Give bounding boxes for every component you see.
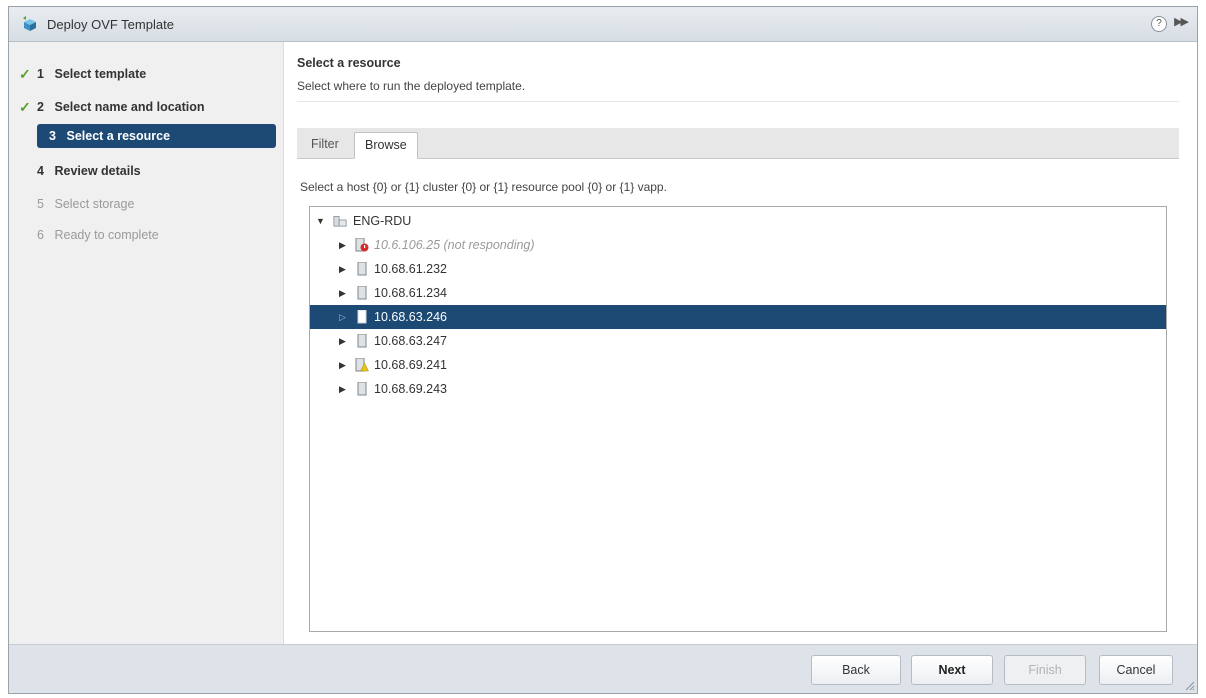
- tab-filter[interactable]: Filter: [301, 132, 349, 157]
- expand-arrow-icon[interactable]: ▶: [339, 257, 346, 281]
- selection-hint: Select a host {0} or {1} cluster {0} or …: [300, 180, 667, 194]
- back-button[interactable]: Back: [811, 655, 901, 685]
- step-label: Select template: [54, 67, 147, 81]
- expand-arrow-icon[interactable]: ▶: [339, 329, 346, 353]
- tab-browse[interactable]: Browse: [354, 132, 418, 159]
- host-icon: [357, 310, 367, 324]
- step-number: 1: [37, 67, 44, 81]
- tree-root-datacenter[interactable]: ▼ ENG-RDU: [310, 209, 1166, 233]
- step-ready-to-complete: 6 Ready to complete: [37, 223, 159, 247]
- step-number: 4: [37, 164, 44, 178]
- next-button[interactable]: Next: [911, 655, 993, 685]
- button-bar: Back Next Finish Cancel: [9, 644, 1197, 693]
- tab-strip: Filter Browse: [297, 128, 1179, 159]
- expand-icon[interactable]: ▶▶: [1174, 15, 1189, 28]
- step-select-storage: 5 Select storage: [37, 192, 134, 216]
- step-number: 6: [37, 228, 44, 242]
- step-label: Select storage: [54, 197, 135, 211]
- tree-host-row[interactable]: ▶ 10.68.61.234: [310, 281, 1166, 305]
- step-review-details[interactable]: 4 Review details: [37, 159, 141, 183]
- tree-root-label: ENG-RDU: [353, 214, 412, 228]
- expand-arrow-icon[interactable]: ▶: [339, 233, 346, 257]
- step-number: 5: [37, 197, 44, 211]
- divider: [297, 101, 1179, 102]
- wizard-steps-sidebar: ✓ 1 Select template ✓ 2 Select name and …: [9, 42, 284, 646]
- window-title: Deploy OVF Template: [47, 17, 174, 32]
- finish-button: Finish: [1004, 655, 1086, 685]
- host-label: 10.68.69.243: [374, 382, 447, 396]
- host-label: 10.68.61.234: [374, 286, 447, 300]
- checkmark-icon: ✓: [19, 66, 31, 82]
- host-label: 10.68.69.241: [374, 358, 447, 372]
- host-icon: [357, 334, 367, 348]
- cancel-button[interactable]: Cancel: [1099, 655, 1173, 685]
- step-number: 2: [37, 100, 44, 114]
- main-content: Select a resource Select where to run th…: [284, 42, 1197, 646]
- ovf-template-icon: [23, 16, 36, 31]
- page-title: Select a resource: [297, 56, 401, 70]
- step-label: Review details: [54, 164, 141, 178]
- title-bar: Deploy OVF Template ? ▶▶: [9, 7, 1197, 42]
- expand-arrow-icon[interactable]: ▶: [339, 281, 346, 305]
- expand-arrow-icon[interactable]: ▶: [339, 377, 346, 401]
- expand-arrow-icon[interactable]: ▶: [339, 353, 346, 377]
- tree-host-row[interactable]: ▶ 10.68.63.247: [310, 329, 1166, 353]
- collapse-arrow-icon[interactable]: ▼: [316, 209, 325, 233]
- host-label: 10.6.106.25 (not responding): [374, 238, 535, 252]
- help-icon[interactable]: ?: [1151, 16, 1167, 32]
- step-number: 3: [49, 129, 56, 143]
- host-icon: [357, 382, 367, 396]
- deploy-ovf-dialog: Deploy OVF Template ? ▶▶ ✓ 1 Select temp…: [8, 6, 1198, 694]
- host-label: 10.68.63.246: [374, 310, 447, 324]
- host-label: 10.68.61.232: [374, 262, 447, 276]
- tree-host-row[interactable]: ▶ 10.6.106.25 (not responding): [310, 233, 1166, 257]
- tree-host-row[interactable]: ▶ 10.68.69.241: [310, 353, 1166, 377]
- tree-host-row-selected[interactable]: ▷ 10.68.63.246: [310, 305, 1166, 329]
- resize-grip-icon[interactable]: [1185, 681, 1195, 691]
- page-subtitle: Select where to run the deployed templat…: [297, 79, 526, 93]
- host-error-icon: [355, 238, 369, 252]
- host-icon: [357, 262, 367, 276]
- step-label: Select a resource: [66, 129, 171, 143]
- step-label: Ready to complete: [54, 228, 159, 242]
- host-warning-icon: [355, 358, 369, 372]
- resource-tree: ▼ ENG-RDU ▶ 10.6.106.25 (not responding)…: [309, 206, 1167, 632]
- datacenter-icon: [333, 216, 347, 227]
- step-select-template[interactable]: ✓ 1 Select template: [19, 62, 147, 86]
- tree-host-row[interactable]: ▶ 10.68.61.232: [310, 257, 1166, 281]
- tree-host-row[interactable]: ▶ 10.68.69.243: [310, 377, 1166, 401]
- checkmark-icon: ✓: [19, 99, 31, 115]
- expand-arrow-icon[interactable]: ▷: [339, 305, 346, 329]
- host-label: 10.68.63.247: [374, 334, 447, 348]
- step-label: Select name and location: [54, 100, 205, 114]
- host-icon: [357, 286, 367, 300]
- step-select-name-location[interactable]: ✓ 2 Select name and location: [19, 95, 205, 119]
- step-select-resource[interactable]: 3 Select a resource: [37, 124, 276, 148]
